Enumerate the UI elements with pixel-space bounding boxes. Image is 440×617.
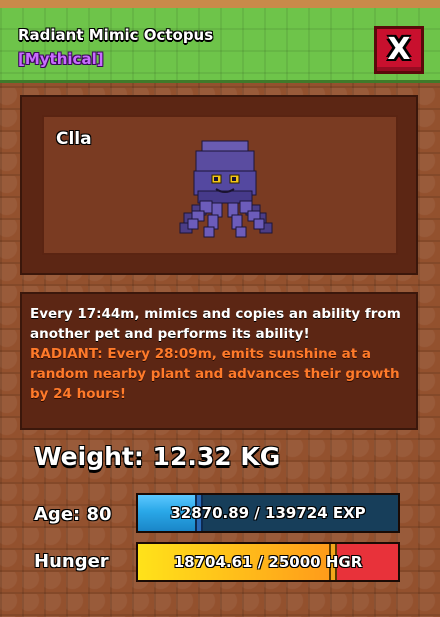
age-label: Age: 80 (34, 504, 112, 525)
hunger-text: 18704.61 / 25000 HGR (173, 553, 363, 571)
octopus-pet-icon (179, 140, 273, 238)
pet-preview-frame: Clla (20, 95, 418, 275)
hunger-label: Hunger (34, 551, 109, 572)
exp-bar: 32870.89 / 139724 EXP (136, 493, 400, 533)
rarity-label: [Mythical] (18, 50, 104, 68)
hunger-bar: 18704.61 / 25000 HGR (136, 542, 400, 582)
close-button[interactable]: X (374, 26, 424, 74)
top-strip (0, 0, 440, 8)
exp-text: 32870.89 / 139724 EXP (170, 504, 366, 522)
ability-text: Every 17:44m, mimics and copies an abili… (30, 306, 401, 342)
mutation-text: RADIANT: Every 28:09m, emits sunshine at… (30, 346, 400, 402)
panel-header: Radiant Mimic Octopus [Mythical] X (0, 8, 440, 83)
pet-nickname: Clla (56, 129, 92, 149)
pet-weight: Weight: 12.32 KG (34, 442, 281, 471)
pet-name: Radiant Mimic Octopus (18, 26, 214, 44)
ability-description: Every 17:44m, mimics and copies an abili… (20, 292, 418, 430)
pet-preview: Clla (42, 115, 398, 255)
